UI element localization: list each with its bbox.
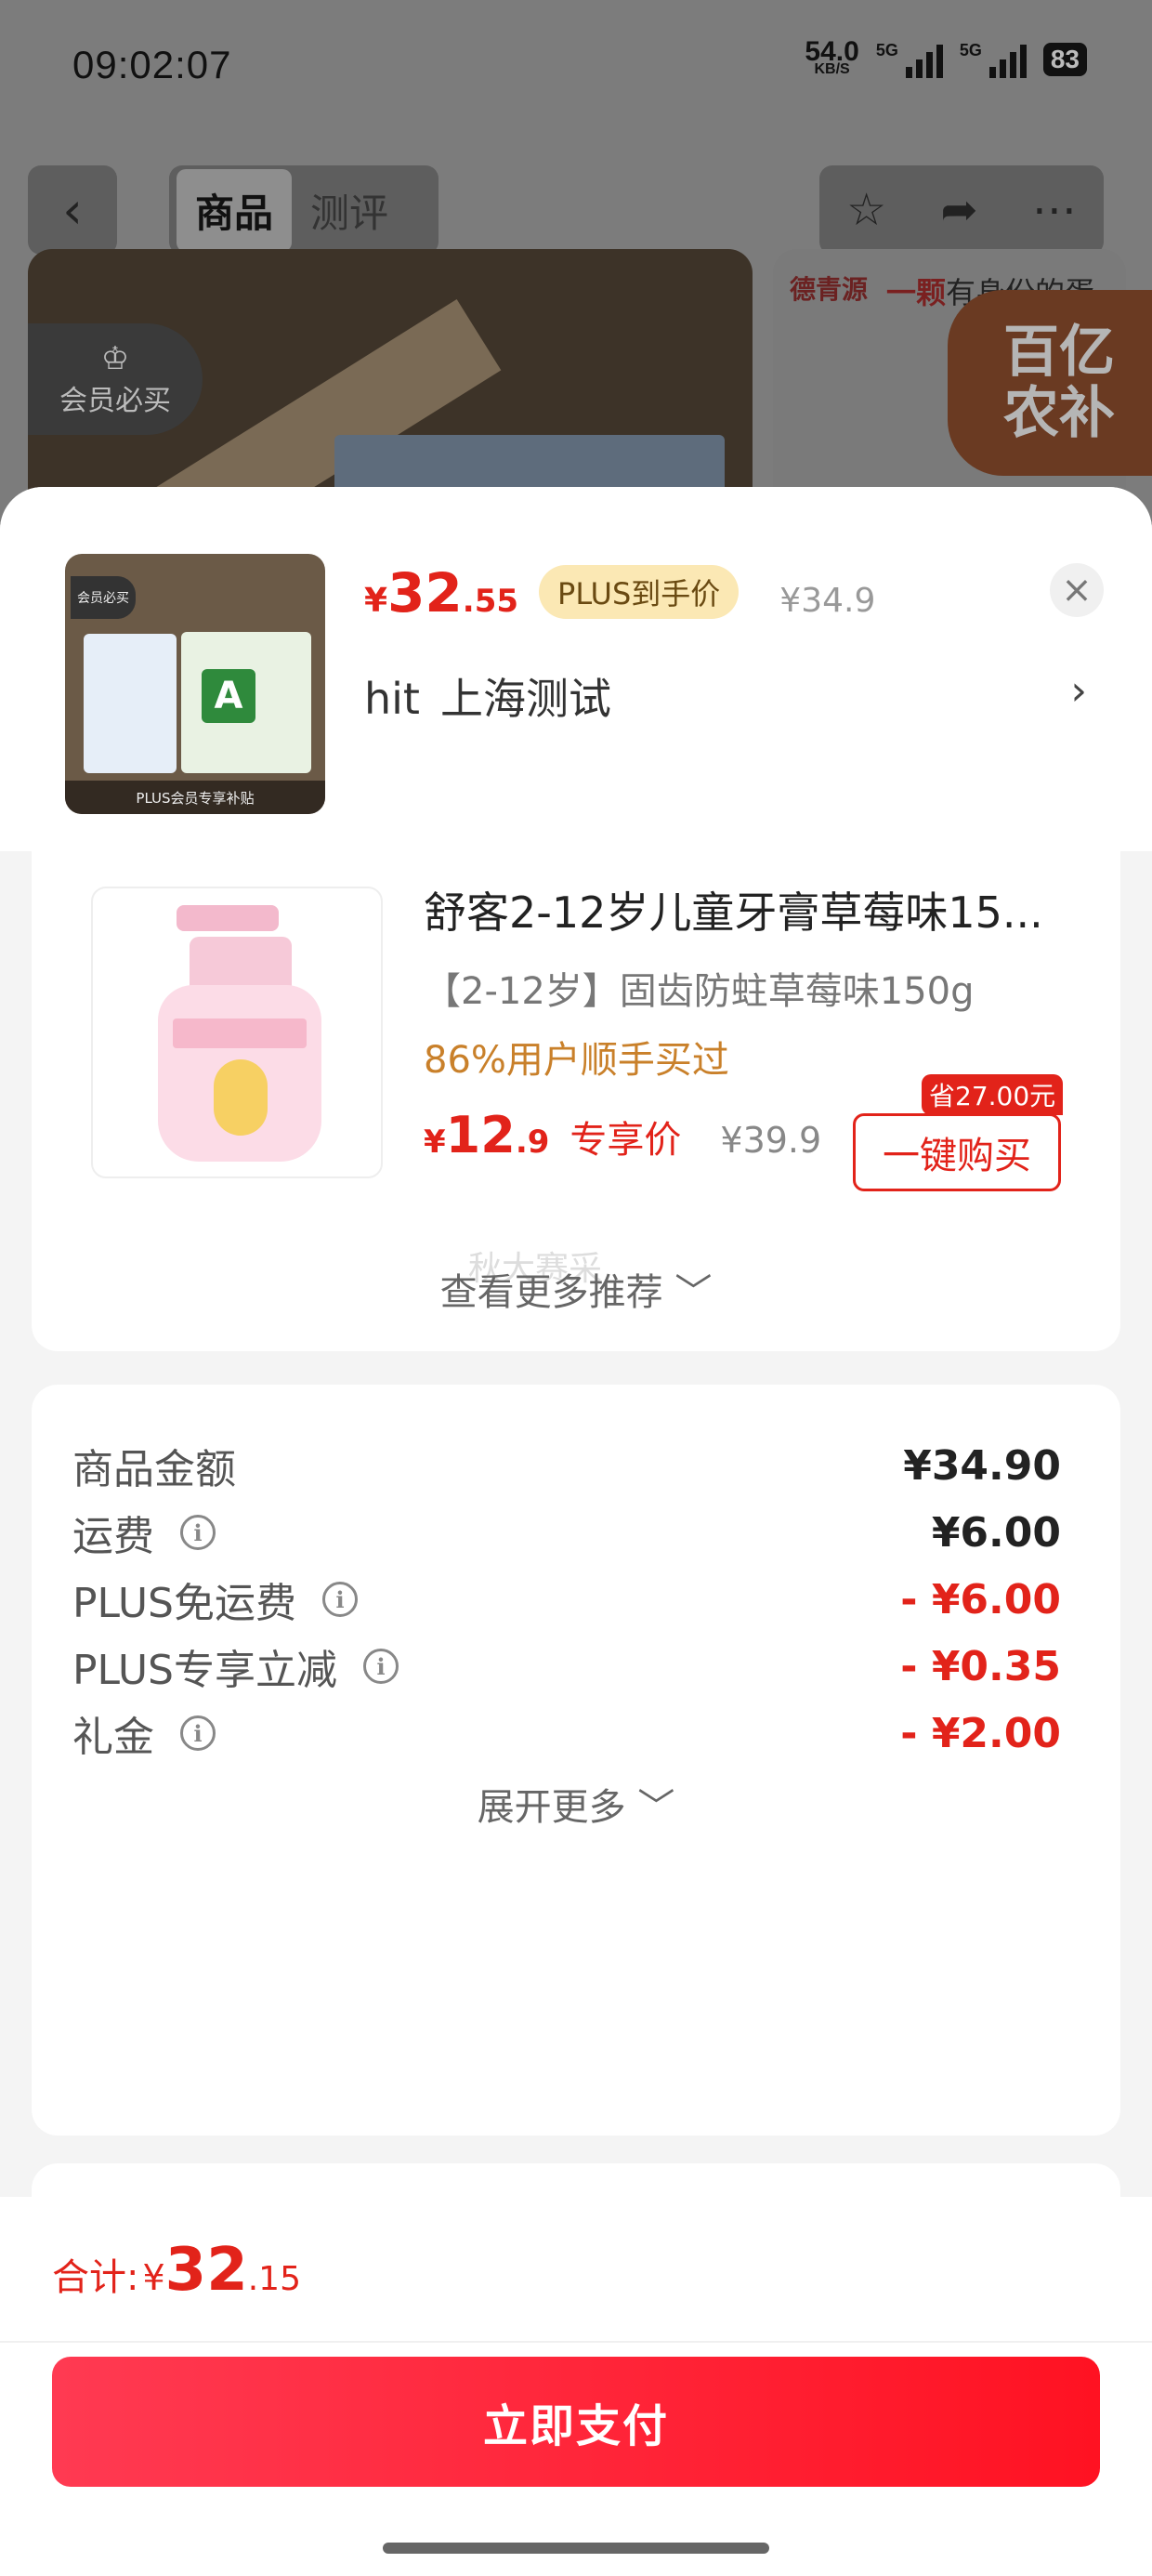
- cost-row-gift-credit: 礼金 i - ¥2.00: [72, 1709, 1061, 1762]
- original-price: ¥34.9: [779, 582, 876, 620]
- cost-row-subtotal: 商品金额 ¥34.90: [72, 1441, 1061, 1494]
- status-time: 09:02:07: [72, 43, 232, 86]
- tab-review[interactable]: 测评: [292, 169, 407, 252]
- status-indicators: 54.0 KB/S 5G 5G 83: [805, 36, 1087, 78]
- home-indicator[interactable]: [383, 2543, 769, 2554]
- recommended-product-image[interactable]: [91, 887, 383, 1178]
- delivery-address[interactable]: hit 上海测试: [364, 665, 611, 727]
- info-icon[interactable]: i: [363, 1649, 399, 1684]
- info-icon[interactable]: i: [180, 1715, 216, 1751]
- recommended-product-spec: 【2-12岁】固齿防蛀草莓味150g: [424, 970, 975, 1013]
- recommended-product-title[interactable]: 舒客2-12岁儿童牙膏草莓味15...: [424, 879, 1043, 940]
- crown-icon: ♔: [100, 340, 130, 377]
- info-icon[interactable]: i: [322, 1582, 358, 1617]
- net-speed: 54.0 KB/S: [805, 36, 859, 77]
- checkout-footer: 合计: ¥ 32 .15 立即支付: [0, 2197, 1152, 2576]
- cost-breakdown: 商品金额 ¥34.90 运费 i ¥6.00 PLUS免运费 i - ¥6.00…: [32, 1385, 1120, 2136]
- divider: [0, 2341, 1152, 2343]
- savings-badge: 省27.00元: [922, 1074, 1064, 1115]
- order-total: 合计: ¥ 32 .15: [52, 2236, 301, 2305]
- product-price: ¥ 32 .55 PLUS到手价 ¥34.9: [364, 561, 876, 624]
- signal-2-icon: 5G: [960, 41, 1027, 78]
- more-icon[interactable]: ⋯: [1032, 184, 1077, 236]
- recommended-original-price: ¥39.9: [720, 1120, 822, 1161]
- star-icon[interactable]: ☆: [846, 184, 886, 236]
- cost-row-plus-discount: PLUS专享立减 i - ¥0.35: [72, 1642, 1061, 1695]
- farm-subsidy-badge: 百亿 农补: [948, 290, 1152, 476]
- top-actions: ☆ ➦ ⋯: [819, 165, 1104, 255]
- plus-price-badge: PLUS到手价: [539, 565, 740, 619]
- brand-logo: 德青源: [790, 274, 869, 305]
- pay-now-button[interactable]: 立即支付: [52, 2357, 1100, 2487]
- cost-row-shipping: 运费 i ¥6.00: [72, 1508, 1061, 1561]
- close-button[interactable]: ×: [1050, 563, 1104, 617]
- close-icon: ×: [1061, 569, 1093, 611]
- expand-more-link[interactable]: 展开更多 ﹀: [32, 1777, 1120, 1831]
- background-page: 09:02:07 54.0 KB/S 5G 5G 83 ‹ 商品 测评 ☆ ➦ ⋯…: [0, 0, 1152, 558]
- view-more-recommendations[interactable]: 查看更多推荐 ﹀: [32, 1262, 1120, 1316]
- sheet-header: 会员必买 A PLUS会员专享补贴 ¥ 32 .55 PLUS到手价 ¥34.9…: [0, 487, 1152, 851]
- battery-indicator: 83: [1042, 43, 1087, 76]
- product-tabs: 商品 测评: [169, 165, 439, 255]
- signal-1-icon: 5G: [876, 41, 943, 78]
- recommended-product-price: ¥ 12 .9 专享价 ¥39.9: [424, 1106, 822, 1164]
- back-button[interactable]: ‹: [28, 165, 117, 255]
- cost-row-plus-free-shipping: PLUS免运费 i - ¥6.00: [72, 1575, 1061, 1628]
- chevron-right-icon[interactable]: ›: [1070, 667, 1087, 715]
- share-icon[interactable]: ➦: [940, 184, 977, 236]
- one-click-buy-button[interactable]: 一键购买: [853, 1113, 1061, 1191]
- product-thumbnail: 会员必买 A PLUS会员专享补贴: [65, 554, 325, 814]
- recommendation-card: 舒客2-12岁儿童牙膏草莓味15... 【2-12岁】固齿防蛀草莓味150g 8…: [32, 794, 1120, 1351]
- chevron-left-icon: ‹: [62, 180, 83, 240]
- bought-together-rate: 86%用户顺手买过: [424, 1039, 729, 1082]
- tab-product[interactable]: 商品: [177, 168, 293, 252]
- member-must-buy-badge: ♔ 会员必买: [28, 323, 203, 435]
- info-icon[interactable]: i: [180, 1515, 216, 1550]
